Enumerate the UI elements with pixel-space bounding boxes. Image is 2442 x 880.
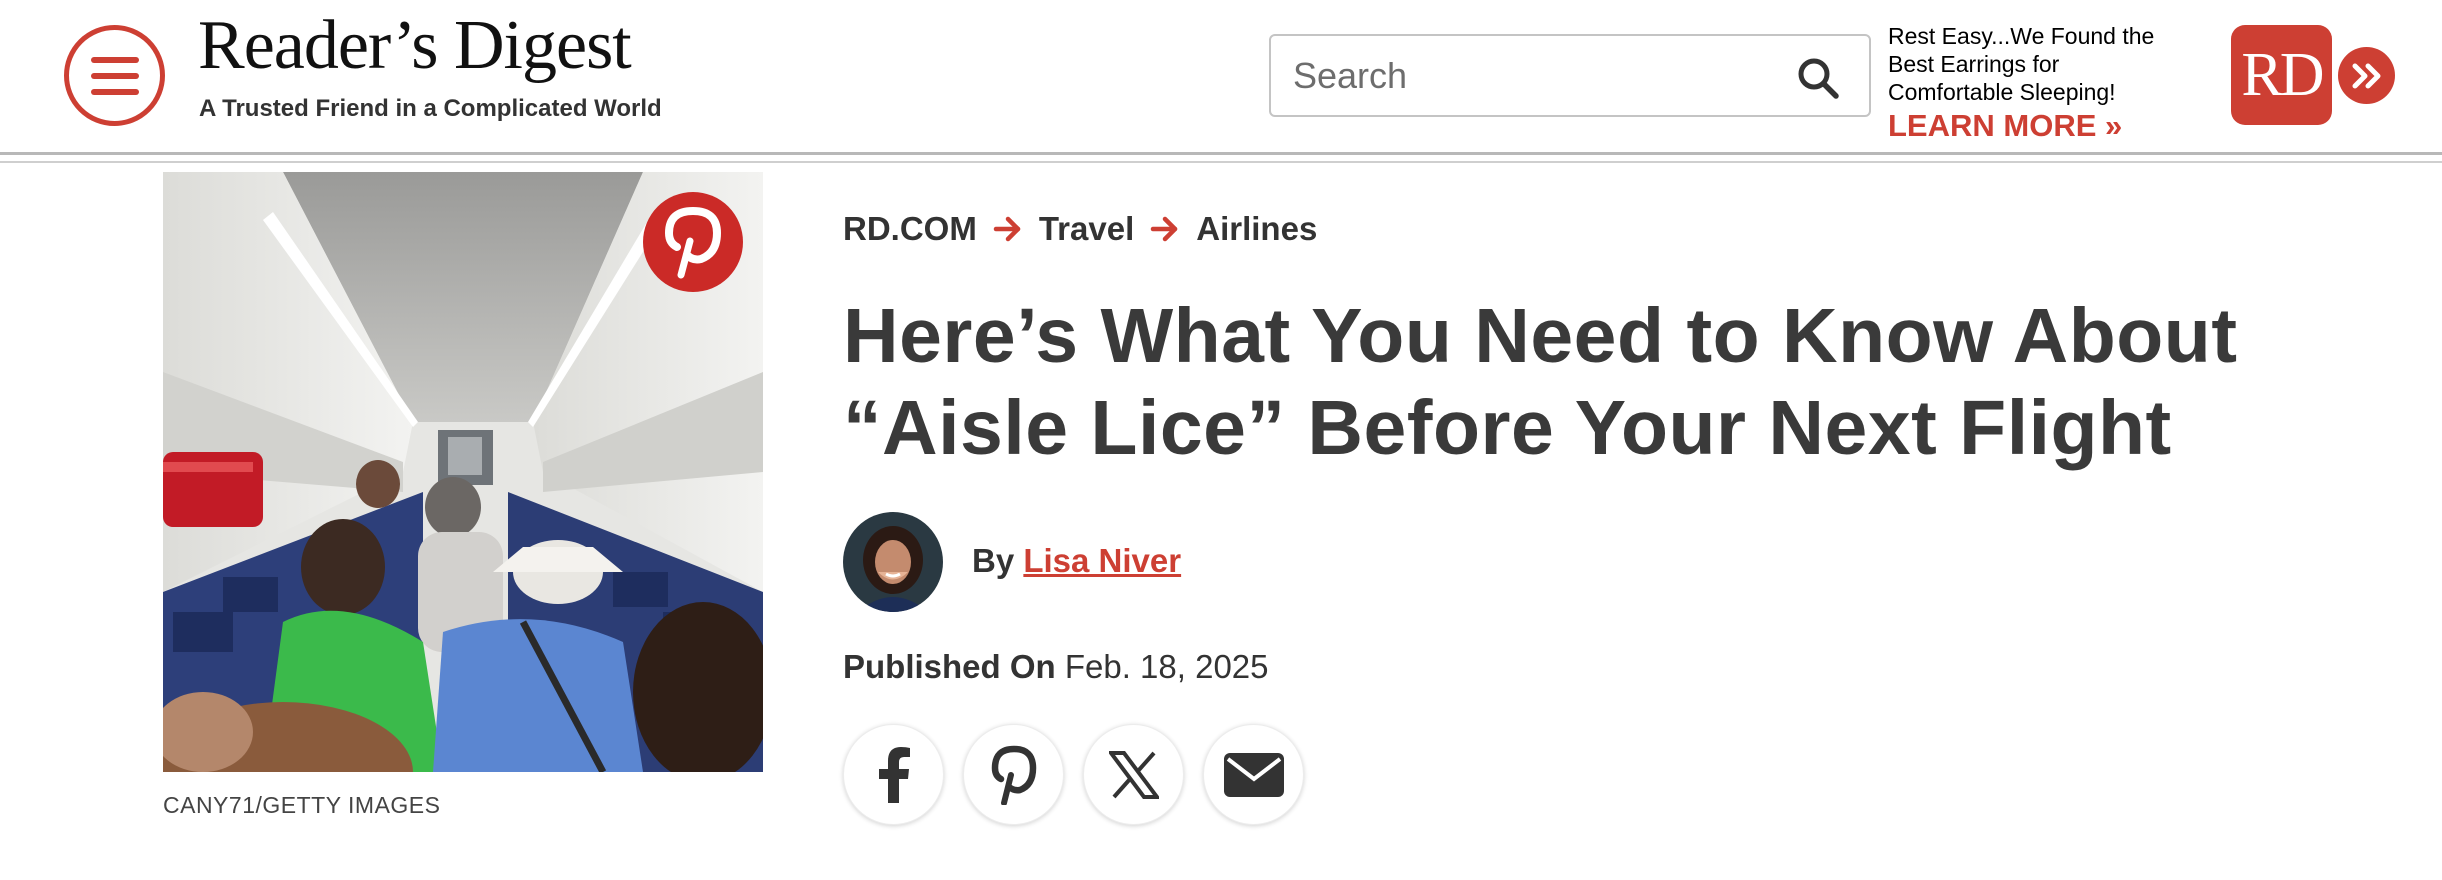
author-photo [843,512,943,612]
rd-logo-badge[interactable]: RD [2231,25,2332,125]
menu-icon-bar [90,72,139,79]
publish-date: Published On Feb. 18, 2025 [843,648,1269,686]
pinterest-save-button[interactable] [643,192,743,292]
pinterest-icon [991,745,1036,805]
breadcrumb-link-airlines[interactable]: Airlines [1196,210,1317,248]
ad-banner[interactable]: Rest Easy...We Found the Best Earrings f… [1888,22,2188,144]
header-divider [0,161,2442,163]
share-x-button[interactable] [1083,724,1184,825]
published-label: Published On [843,648,1056,685]
share-email-button[interactable] [1203,724,1304,825]
published-date: Feb. 18, 2025 [1064,648,1269,685]
search-box [1269,34,1871,117]
author-avatar[interactable] [843,512,943,612]
menu-icon-bar [90,88,139,95]
breadcrumb: RD.COM Travel Airlines [843,210,1317,248]
ad-next-button[interactable] [2338,47,2395,104]
breadcrumb-link-travel[interactable]: Travel [1039,210,1134,248]
byline-prefix: By [972,542,1015,579]
ad-text-line: Best Earrings for [1888,51,2060,77]
arrow-right-icon [993,216,1021,242]
header-divider [0,152,2442,155]
menu-icon-bar [90,56,139,63]
menu-button[interactable] [64,25,165,126]
share-facebook-button[interactable] [843,724,944,825]
share-buttons [843,724,1304,825]
ad-text-line: Comfortable Sleeping! [1888,79,2116,105]
site-header: Reader’s Digest A Trusted Friend in a Co… [0,0,2442,152]
breadcrumb-link-home[interactable]: RD.COM [843,210,977,248]
double-chevron-right-icon [2352,63,2380,88]
site-logo[interactable]: Reader’s Digest [198,6,632,86]
email-icon [1223,752,1284,797]
ad-text-line: Rest Easy...We Found the [1888,23,2155,49]
share-pinterest-button[interactable] [963,724,1064,825]
author-link[interactable]: Lisa Niver [1023,542,1181,579]
photo-credit: CANY71/GETTY IMAGES [163,792,441,818]
hero-image [163,172,763,772]
search-icon[interactable] [1796,56,1840,100]
article-headline: Here’s What You Need to Know About “Aisl… [843,293,2238,471]
pinterest-icon [664,206,722,279]
x-icon [1108,750,1159,799]
arrow-right-icon [1151,216,1178,242]
search-input[interactable] [1293,50,1773,102]
site-tagline: A Trusted Friend in a Complicated World [199,95,662,122]
ad-learn-more-link[interactable]: LEARN MORE » [1888,108,2188,144]
facebook-icon [878,746,910,803]
byline: By Lisa Niver [972,542,1181,580]
